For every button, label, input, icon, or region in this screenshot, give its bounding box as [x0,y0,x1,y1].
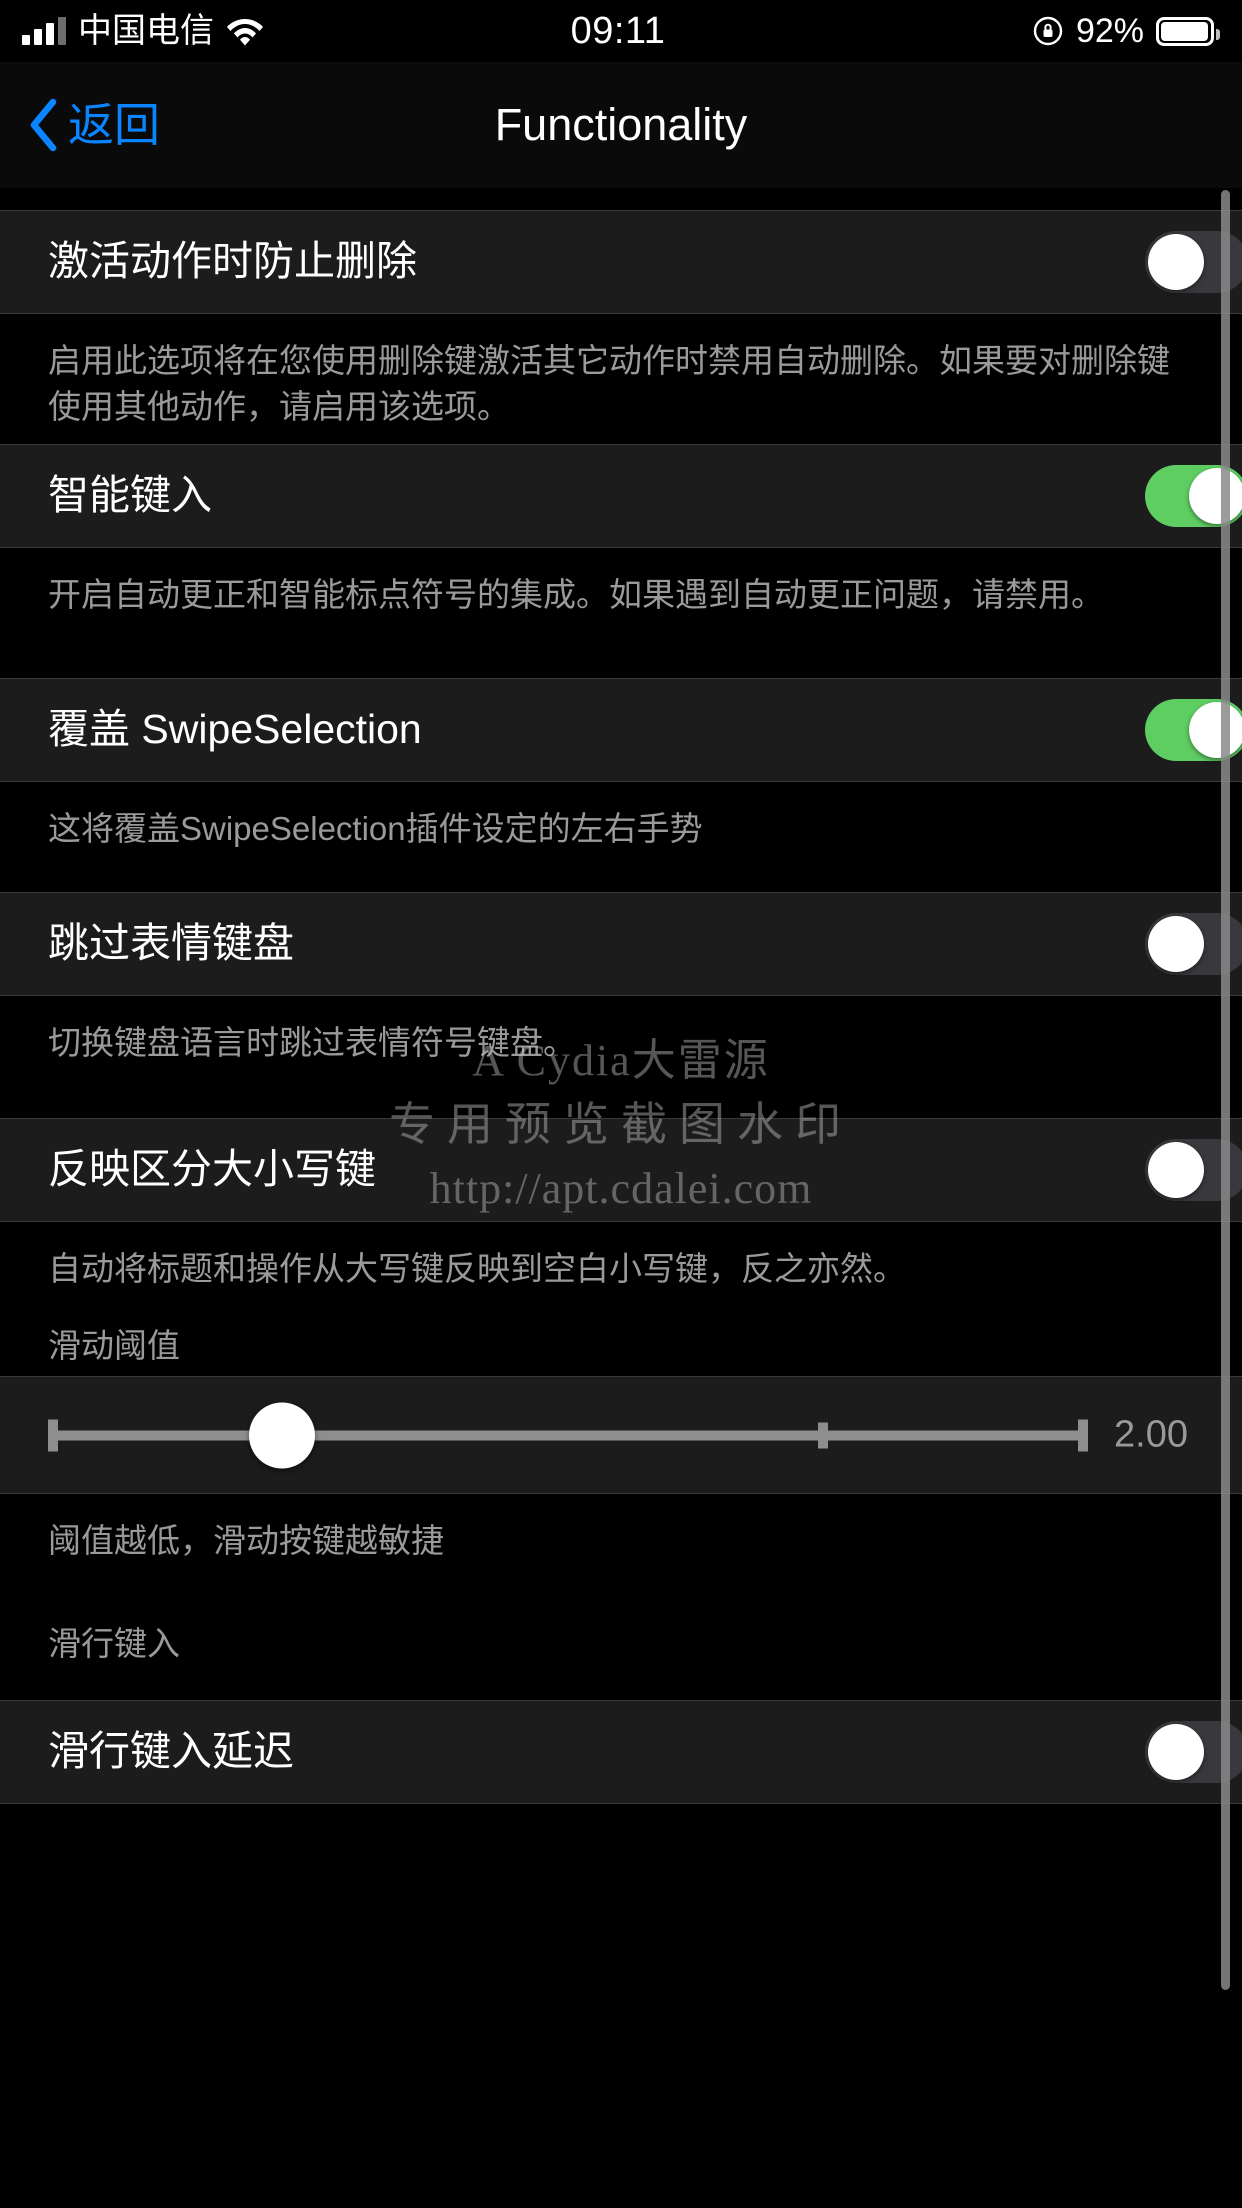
wifi-icon [227,19,263,46]
slider-footnote: 阈值越低，滑动按键越敏捷 [0,1494,1242,1624]
battery-icon [1156,16,1220,46]
battery-percent-label: 92% [1075,11,1144,50]
table-top-gap [0,188,1242,210]
setting-footnote: 切换键盘语言时跳过表情符号键盘。 [0,996,1242,1118]
clock: 09:11 [570,9,666,52]
setting-row-label: 滑行键入延迟 [48,1728,294,1775]
settings-table[interactable]: 激活动作时防止删除 启用此选项将在您使用删除键激活其它动作时禁用自动删除。如果要… [0,188,1242,2208]
slider-tick [817,1422,828,1448]
setting-row-skip-emoji-keyboard[interactable]: 跳过表情键盘 [0,892,1242,996]
setting-row-mirror-caps-key[interactable]: 反映区分大小写键 [0,1118,1242,1222]
setting-footnote: 开启自动更正和智能标点符号的集成。如果遇到自动更正问题，请禁用。 [0,548,1242,678]
slider-max-cap [1078,1419,1088,1451]
vertical-scrollbar[interactable] [1221,190,1230,1990]
swipe-threshold-slider-cell[interactable]: 2.00 [0,1376,1242,1494]
setting-row-label: 激活动作时防止删除 [48,238,417,285]
carrier-label: 中国电信 [78,12,214,50]
setting-footnote: 自动将标题和操作从大写键反映到空白小写键，反之亦然。 [0,1222,1242,1308]
setting-row-label: 覆盖 SwipeSelection [48,706,422,753]
slider-min-cap [48,1419,58,1451]
phone-screen: 中国电信 09:11 92% 返回 Functionality 激活动作时防止删… [0,0,1242,2208]
section-header-swipe-threshold: 滑动阈值 [0,1308,1242,1376]
setting-row-override-swipeselection[interactable]: 覆盖 SwipeSelection [0,678,1242,782]
setting-row-label: 反映区分大小写键 [48,1146,376,1193]
setting-row-smart-typing[interactable]: 智能键入 [0,444,1242,548]
setting-row-prevent-delete[interactable]: 激活动作时防止删除 [0,210,1242,314]
slider-container: 2.00 [48,1402,1242,1468]
setting-row-label: 跳过表情键盘 [48,920,294,967]
section-header-glide-typing: 滑行键入 [0,1624,1242,1700]
slider-value-label: 2.00 [1114,1413,1188,1456]
signal-bars-icon [22,17,66,45]
status-bar: 中国电信 09:11 92% [0,0,1242,62]
status-bar-left: 中国电信 [22,14,571,48]
setting-row-label: 智能键入 [48,472,212,519]
status-bar-right: 92% [665,11,1220,51]
swipe-threshold-slider[interactable] [48,1402,1088,1468]
setting-footnote: 这将覆盖SwipeSelection插件设定的左右手势 [0,782,1242,892]
rotation-lock-icon [1033,16,1063,46]
setting-footnote: 启用此选项将在您使用删除键激活其它动作时禁用自动删除。如果要对删除键使用其他动作… [0,314,1242,444]
page-title: Functionality [494,99,748,150]
setting-row-glide-typing-delay[interactable]: 滑行键入延迟 [0,1700,1242,1804]
navigation-bar: 返回 Functionality [0,62,1242,188]
slider-thumb[interactable] [249,1402,315,1468]
